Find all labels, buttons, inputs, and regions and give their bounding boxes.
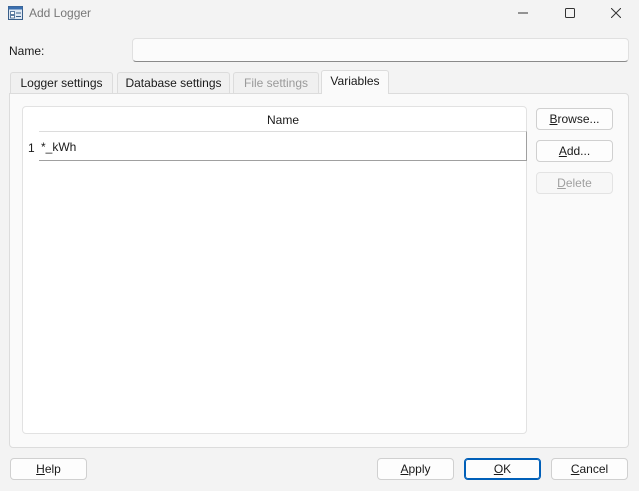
cancel-button[interactable]: Cancel bbox=[551, 458, 628, 480]
browse-label-post: rowse... bbox=[557, 112, 600, 126]
logger-app-icon bbox=[8, 6, 23, 20]
name-input[interactable] bbox=[132, 38, 629, 62]
delete-label-post: elete bbox=[565, 176, 592, 190]
apply-label-key: A bbox=[400, 462, 409, 476]
add-button[interactable]: Add... bbox=[536, 140, 613, 162]
ok-label-key: O bbox=[493, 462, 504, 476]
row-number: 1 bbox=[28, 141, 35, 155]
close-icon bbox=[611, 8, 621, 18]
tab-logger-settings[interactable]: Logger settings bbox=[10, 72, 113, 94]
variables-table[interactable]: Name 1 *_kWh bbox=[22, 106, 527, 434]
apply-label-post: pply bbox=[408, 462, 431, 476]
maximize-icon bbox=[565, 8, 575, 18]
add-label-post: dd... bbox=[566, 144, 591, 158]
help-label-key: H bbox=[36, 462, 45, 476]
browse-label-key: B bbox=[549, 112, 558, 126]
tab-variables[interactable]: Variables bbox=[321, 70, 389, 94]
window-title: Add Logger bbox=[29, 6, 92, 20]
add-label-key: A bbox=[558, 144, 567, 158]
maximize-button[interactable] bbox=[547, 0, 593, 26]
browse-button[interactable]: Browse... bbox=[536, 108, 613, 130]
title-bar[interactable]: Add Logger bbox=[0, 0, 639, 26]
variable-name-cell[interactable]: *_kWh bbox=[39, 131, 527, 161]
apply-button[interactable]: Apply bbox=[377, 458, 454, 480]
tab-file-settings: File settings bbox=[233, 72, 319, 94]
delete-button: Delete bbox=[536, 172, 613, 194]
cancel-label-post: ancel bbox=[579, 462, 609, 476]
ok-label-post: K bbox=[503, 462, 512, 476]
name-label: Name: bbox=[9, 44, 45, 58]
help-label-post: elp bbox=[44, 462, 61, 476]
help-button[interactable]: Help bbox=[10, 458, 87, 480]
minimize-icon bbox=[518, 12, 528, 14]
close-button[interactable] bbox=[593, 0, 639, 26]
column-header-name[interactable]: Name bbox=[39, 108, 527, 132]
tab-database-settings[interactable]: Database settings bbox=[117, 72, 230, 94]
ok-button[interactable]: OK bbox=[464, 458, 541, 480]
delete-label-key: D bbox=[557, 176, 566, 190]
minimize-button[interactable] bbox=[500, 0, 546, 26]
